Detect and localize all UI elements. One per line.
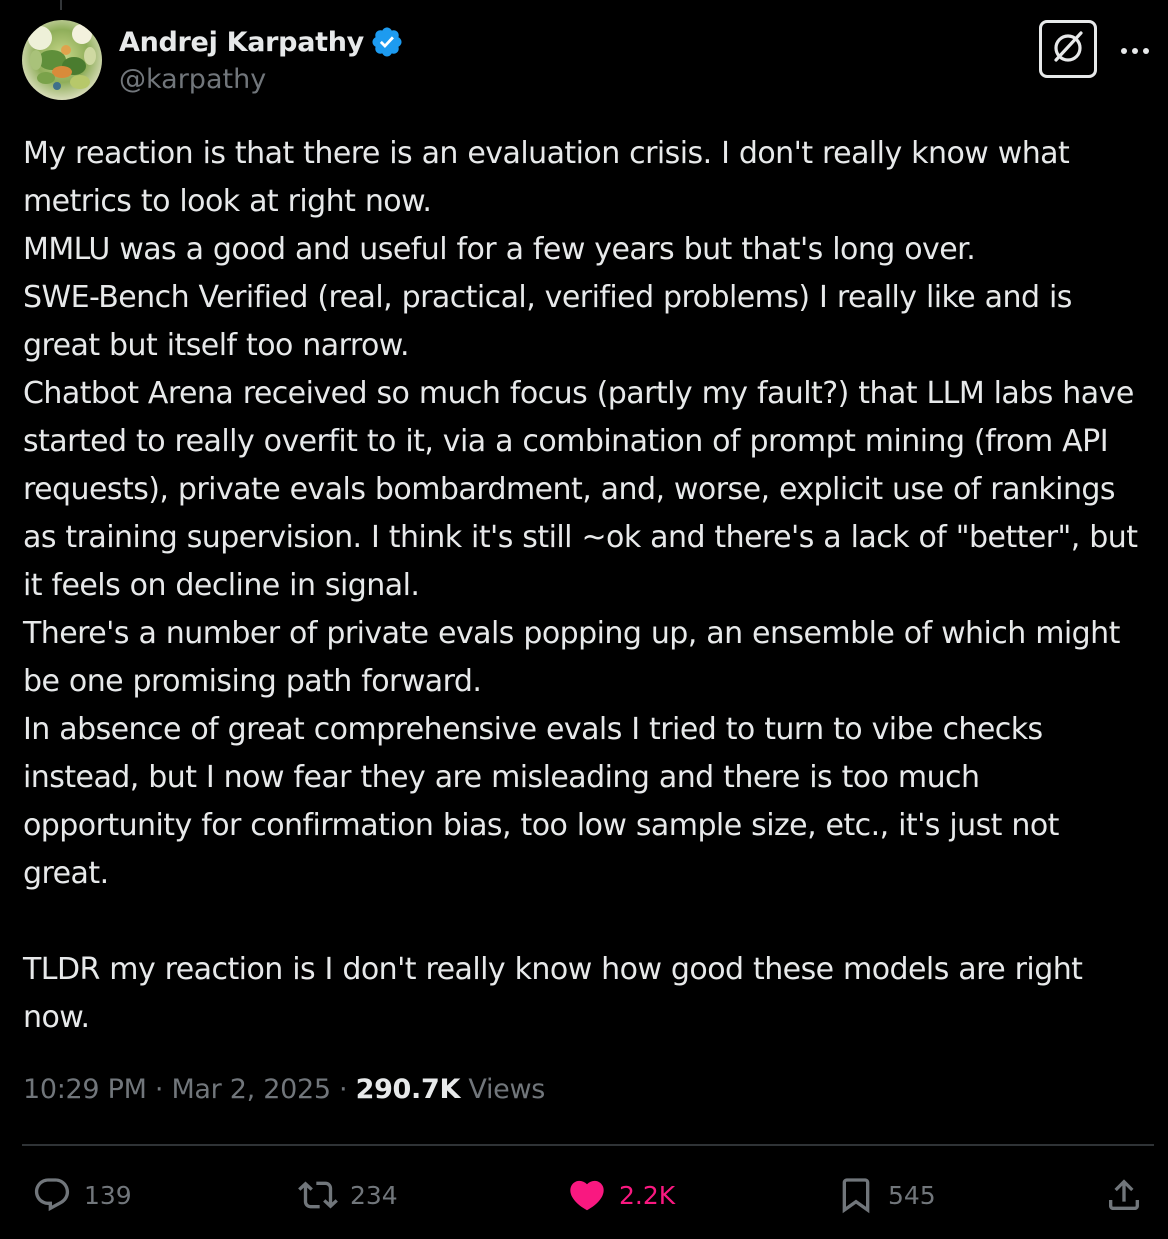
tweet-line: instead, but I now fear they are mislead… — [23, 760, 980, 795]
tweet-line: requests), private evals bombardment, an… — [23, 472, 1116, 507]
tweet-line: SWE-Bench Verified (real, practical, ver… — [23, 280, 1072, 315]
tweet-line: There's a number of private evals poppin… — [23, 616, 1120, 651]
tweet-line: Chatbot Arena received so much focus (pa… — [23, 376, 1134, 411]
thread-connector-line — [60, 0, 62, 10]
more-options-button[interactable] — [1118, 34, 1152, 64]
tweet-line: as training supervision. I think it's st… — [23, 520, 1138, 555]
paragraph-break — [23, 898, 1158, 946]
tweet-line: great. — [23, 856, 109, 891]
tweet-date[interactable]: Mar 2, 2025 — [171, 1074, 331, 1105]
tweet-header: Andrej Karpathy @karpathy — [22, 20, 1162, 102]
tweet-line: TLDR my reaction is I don't really know … — [23, 952, 1083, 987]
meta-separator: · — [330, 1074, 356, 1105]
bookmark-count: 545 — [888, 1180, 936, 1210]
tweet-line: In absence of great comprehensive evals … — [23, 712, 1043, 747]
user-info: Andrej Karpathy @karpathy — [119, 24, 404, 95]
repost-button[interactable]: 234 — [298, 1168, 398, 1222]
views-count[interactable]: 290.7K — [356, 1074, 461, 1105]
grok-button[interactable] — [1039, 20, 1097, 78]
tweet-text: My reaction is that there is an evaluati… — [23, 130, 1158, 1042]
bookmark-icon — [836, 1175, 876, 1215]
grok-icon — [1048, 27, 1088, 71]
verified-badge-icon[interactable] — [370, 25, 404, 59]
more-horizontal-icon — [1120, 40, 1150, 59]
share-upload-icon — [1104, 1175, 1144, 1215]
repost-count: 234 — [350, 1180, 398, 1210]
tweet-line: MMLU was a good and useful for a few yea… — [23, 232, 976, 267]
views-label: Views — [460, 1074, 546, 1105]
tweet-line: great but itself too narrow. — [23, 328, 410, 363]
avatar[interactable] — [22, 20, 102, 100]
repost-arrows-icon — [298, 1175, 338, 1215]
tweet-line: it feels on decline in signal. — [23, 568, 420, 603]
like-button[interactable]: 2.2K — [567, 1168, 675, 1222]
action-bar: 139 234 2.2K 545 — [0, 1168, 1168, 1222]
tweet-line: My reaction is that there is an evaluati… — [23, 136, 1070, 171]
author-display-name[interactable]: Andrej Karpathy — [119, 27, 364, 58]
tweet-line: started to really overfit to it, via a c… — [23, 424, 1109, 459]
author-handle[interactable]: @karpathy — [119, 64, 404, 95]
tweet-line: now. — [23, 1000, 90, 1035]
meta-separator: · — [146, 1074, 172, 1105]
speech-bubble-icon — [32, 1175, 72, 1215]
tweet-line: be one promising path forward. — [23, 664, 482, 699]
heart-filled-icon — [567, 1175, 607, 1215]
like-count: 2.2K — [619, 1180, 676, 1210]
name-row: Andrej Karpathy — [119, 24, 404, 60]
divider — [22, 1144, 1154, 1146]
reply-button[interactable]: 139 — [32, 1168, 132, 1222]
share-button[interactable] — [1104, 1168, 1144, 1222]
tweet-line: metrics to look at right now. — [23, 184, 432, 219]
tweet-line: opportunity for confirmation bias, too l… — [23, 808, 1059, 843]
tweet-meta: 10:29 PM · Mar 2, 2025 · 290.7K Views — [23, 1074, 545, 1105]
reply-count: 139 — [84, 1180, 132, 1210]
tweet-time[interactable]: 10:29 PM — [23, 1074, 147, 1105]
bookmark-button[interactable]: 545 — [836, 1168, 936, 1222]
